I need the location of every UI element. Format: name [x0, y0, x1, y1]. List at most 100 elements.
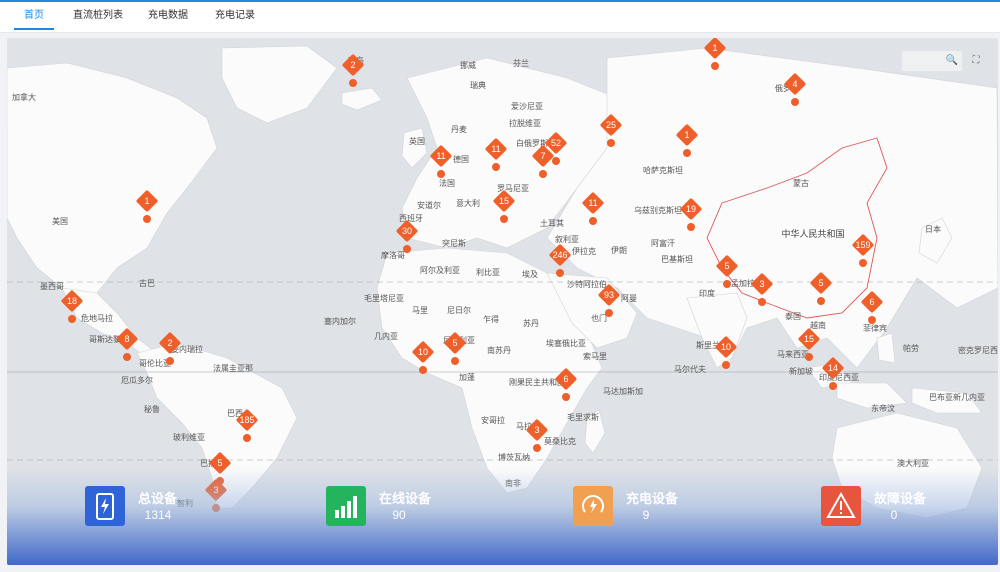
label-oman: 阿曼	[621, 294, 637, 303]
charger-icon	[85, 486, 125, 526]
map-marker[interactable]: 14	[821, 356, 845, 392]
label-guatemala: 危地马拉	[81, 314, 113, 323]
stat-title: 故障设备	[874, 491, 927, 506]
label-andorra: 安道尔	[417, 201, 441, 210]
tab-home[interactable]: 首页	[14, 2, 54, 32]
label-papua: 巴布亚新几内亚	[929, 393, 985, 402]
map-marker[interactable]: 2	[158, 331, 182, 367]
label-mali: 马里	[412, 306, 428, 315]
label-italy: 意大利	[456, 199, 480, 208]
map-marker[interactable]: 8	[115, 327, 139, 363]
label-kz: 哈萨克斯坦	[643, 166, 683, 175]
map-marker[interactable]: 185	[235, 408, 259, 444]
label-mongolia: 蒙古	[793, 179, 809, 188]
map-marker[interactable]: 1	[675, 123, 699, 159]
map-marker[interactable]: 11	[581, 191, 605, 227]
label-guyana: 法属圭亚那	[213, 364, 253, 373]
map-marker[interactable]: 18	[60, 289, 84, 325]
map-marker[interactable]: 6	[554, 367, 578, 403]
stat-value: 0	[890, 508, 898, 522]
label-singapore: 新加坡	[789, 367, 813, 376]
warning-icon	[821, 486, 861, 526]
label-palau: 帕劳	[903, 344, 919, 353]
stat-value: 1314	[144, 508, 172, 522]
map-marker[interactable]: 159	[851, 233, 875, 269]
map-marker[interactable]: 15	[492, 189, 516, 225]
label-bolivia: 玻利维亚	[173, 433, 205, 442]
tab-dc-pile-list[interactable]: 直流桩列表	[70, 2, 126, 32]
map-marker[interactable]: 10	[714, 335, 738, 371]
map-marker[interactable]: 5	[715, 254, 739, 290]
label-iran: 伊朗	[611, 246, 627, 255]
map-marker[interactable]: 5	[809, 271, 833, 307]
label-peru: 秘鲁	[144, 405, 160, 414]
map-marker[interactable]: 25	[599, 113, 623, 149]
label-somalia: 索马里	[583, 352, 607, 361]
stat-title: 总设备	[138, 491, 178, 506]
map-marker[interactable]: 7	[531, 144, 555, 180]
label-mauritania: 毛里塔尼亚	[364, 294, 404, 303]
map-marker[interactable]: 93	[597, 283, 621, 319]
map-marker[interactable]: 11	[484, 137, 508, 173]
label-india: 印度	[699, 289, 715, 298]
label-canada: 加拿大	[12, 93, 36, 102]
dashboard-card: 加拿大 美国 墨西哥 危地马拉 哥斯达黎加 委内瑞拉 哥伦比亚 厄瓜多尔 秘鲁 …	[7, 38, 998, 565]
label-ethiopia: 埃塞俄比亚	[546, 339, 586, 348]
stat-title: 在线设备	[379, 491, 432, 506]
map-marker[interactable]: 15	[797, 327, 821, 363]
label-gabon: 加蓬	[459, 373, 475, 382]
map-marker[interactable]: 3	[750, 272, 774, 308]
label-china: 中华人民共和国	[781, 229, 845, 239]
label-libya: 利比亚	[476, 268, 500, 277]
fullscreen-icon[interactable]: ⛶	[969, 54, 983, 68]
map-marker[interactable]: 1	[135, 189, 159, 225]
label-usa: 美国	[52, 217, 68, 226]
label-maldives: 马尔代夫	[674, 365, 706, 374]
label-finland: 芬兰	[513, 59, 529, 68]
map-marker[interactable]: 1	[703, 38, 727, 72]
label-mozambique: 莫桑比克	[544, 437, 576, 446]
map-marker[interactable]: 10	[411, 340, 435, 376]
map-marker[interactable]: 5	[443, 331, 467, 367]
stat-value: 90	[392, 508, 406, 522]
map-marker[interactable]: 246	[548, 243, 572, 279]
search-icon[interactable]: 🔍	[945, 54, 959, 68]
stat-title: 充电设备	[626, 491, 679, 506]
label-iraq: 伊拉克	[572, 247, 596, 256]
label-timor: 东帝汶	[871, 404, 895, 413]
label-turkey: 土耳其	[540, 219, 564, 228]
label-mauritius: 毛里求斯	[567, 413, 599, 422]
label-angola: 安哥拉	[481, 416, 505, 425]
label-estonia: 爱沙尼亚	[511, 102, 543, 111]
label-sudan: 苏丹	[523, 319, 539, 328]
label-micronesia: 密克罗尼西亚	[958, 346, 998, 355]
map-marker[interactable]: 30	[395, 219, 419, 255]
label-niger: 尼日尔	[447, 306, 471, 315]
map-marker[interactable]: 11	[429, 144, 453, 180]
label-japan: 日本	[925, 225, 941, 234]
label-southsudan: 南苏丹	[487, 346, 511, 355]
label-afghanistan: 阿富汗	[651, 239, 675, 248]
map-marker[interactable]: 6	[860, 290, 884, 326]
label-algeria: 阿尔及利亚	[420, 266, 460, 275]
map-marker[interactable]: 19	[679, 197, 703, 233]
tab-bar: 首页 直流桩列表 充电数据 充电记录	[0, 2, 1000, 33]
label-sweden: 瑞典	[470, 81, 486, 90]
label-chad: 乍得	[483, 315, 499, 324]
label-haiti: 古巴	[139, 279, 155, 288]
label-madagascar: 马达加斯加	[603, 387, 643, 396]
map-marker[interactable]: 4	[783, 72, 807, 108]
label-guinea: 几内亚	[374, 332, 398, 341]
map-marker[interactable]: 3	[525, 418, 549, 454]
label-thailand: 泰国	[785, 312, 801, 321]
map-marker[interactable]: 2	[341, 53, 365, 89]
tab-charging-records[interactable]: 充电记录	[212, 2, 258, 32]
label-ecuador: 厄瓜多尔	[121, 376, 153, 385]
label-kazakhstan: 乌兹别克斯坦	[634, 206, 682, 215]
world-map[interactable]: 加拿大 美国 墨西哥 危地马拉 哥斯达黎加 委内瑞拉 哥伦比亚 厄瓜多尔 秘鲁 …	[7, 38, 998, 565]
label-egypt: 埃及	[522, 270, 538, 279]
signal-bars-icon	[326, 486, 366, 526]
label-tunisia: 突尼斯	[442, 239, 466, 248]
charging-gauge-icon	[573, 486, 613, 526]
tab-charging-data[interactable]: 充电数据	[145, 2, 191, 32]
